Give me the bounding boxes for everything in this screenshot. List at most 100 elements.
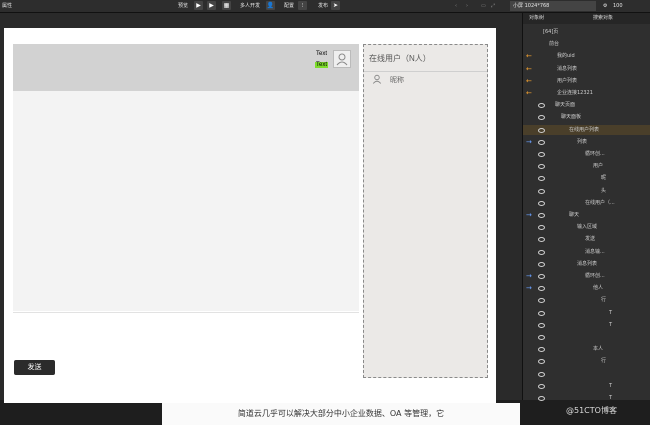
multi-dev-label[interactable]: 多人开发 bbox=[240, 1, 260, 11]
tree-row[interactable]: T bbox=[523, 381, 650, 391]
tree-row[interactable]: 消息输... bbox=[523, 247, 650, 257]
eye-icon[interactable] bbox=[538, 322, 545, 328]
link-arrow-icon: ← bbox=[526, 76, 532, 85]
settings-icon[interactable]: ⚙ bbox=[603, 1, 607, 11]
eye-icon[interactable] bbox=[538, 200, 545, 206]
eye-icon[interactable] bbox=[538, 164, 545, 170]
desktop-icon[interactable]: ▭ bbox=[481, 1, 486, 11]
eye-icon[interactable] bbox=[538, 310, 545, 316]
tree-row-label: 头 bbox=[601, 187, 607, 194]
eye-icon[interactable] bbox=[538, 139, 545, 145]
link-arrow-icon: ← bbox=[526, 52, 532, 61]
link-arrow-icon: → bbox=[526, 284, 532, 293]
eye-icon[interactable] bbox=[538, 261, 545, 267]
message-row[interactable]: Text Text bbox=[13, 44, 359, 91]
tree-row[interactable]: T bbox=[523, 393, 650, 403]
tree-row-label: 在线用户（... bbox=[585, 199, 615, 206]
message-text-highlight: Text bbox=[315, 62, 329, 68]
eye-icon[interactable] bbox=[538, 396, 545, 401]
tree-row[interactable]: → 列表 bbox=[523, 137, 650, 147]
tree-row[interactable]: 消息列表 bbox=[523, 259, 650, 269]
tree-row[interactable]: ← 消息列表 bbox=[523, 64, 650, 74]
grid-icon[interactable]: ▦ bbox=[222, 1, 231, 10]
eye-icon[interactable] bbox=[538, 103, 545, 109]
top-toolbar: 属性 预览 ▶ ▶ ▦ 多人开发 👤 配置 ⫶ 发布 ➤ ‹ › ▭ ⤢ 小屏 … bbox=[0, 0, 650, 13]
tree-row[interactable]: 本人 bbox=[523, 344, 650, 354]
back-icon[interactable]: ‹ bbox=[455, 1, 457, 11]
tree-row[interactable]: 聊天页面 bbox=[523, 100, 650, 110]
eye-icon[interactable] bbox=[538, 347, 545, 353]
tree-row[interactable]: 输入区域 bbox=[523, 222, 650, 232]
tree-row[interactable]: → 他人 bbox=[523, 283, 650, 293]
send-icon[interactable]: ➤ bbox=[331, 1, 340, 10]
tree-row[interactable]: 循环创... bbox=[523, 149, 650, 159]
eye-icon[interactable] bbox=[538, 383, 545, 389]
tree-row[interactable]: T bbox=[523, 320, 650, 330]
tree-row-label: 前台 bbox=[549, 41, 560, 48]
watermark: @51CTO博客 bbox=[566, 406, 617, 415]
tree-row[interactable]: → 循环创... bbox=[523, 271, 650, 281]
tree-row[interactable] bbox=[523, 369, 650, 379]
tree-row[interactable]: T bbox=[523, 308, 650, 318]
eye-icon[interactable] bbox=[538, 335, 545, 340]
link-arrow-icon: ← bbox=[526, 89, 532, 97]
eye-icon[interactable] bbox=[538, 127, 545, 133]
preview-label[interactable]: 预览 bbox=[178, 1, 188, 11]
tab-object-tree[interactable]: 对象树 bbox=[529, 13, 544, 24]
tree-row[interactable]: ← 用户列表 bbox=[523, 76, 650, 86]
tree-row[interactable]: 在线用户列表 bbox=[523, 124, 650, 135]
eye-icon[interactable] bbox=[538, 237, 545, 243]
tree-row[interactable]: 在线用户（... bbox=[523, 198, 650, 208]
tree-row[interactable]: 头 bbox=[523, 186, 650, 196]
eye-icon[interactable] bbox=[538, 249, 545, 255]
eye-icon[interactable] bbox=[538, 213, 545, 218]
tree-row[interactable]: 前台 bbox=[523, 39, 650, 49]
tree-row[interactable]: 发送 bbox=[523, 234, 650, 244]
tree-row[interactable]: ← 企业连接12321 bbox=[523, 88, 650, 98]
user-list-item[interactable]: 昵称 bbox=[368, 73, 483, 87]
tree-row-label: 昵 bbox=[601, 175, 607, 182]
users-icon[interactable]: 👤 bbox=[266, 1, 275, 10]
tree-row-label: 我的uid bbox=[557, 53, 575, 60]
forward-icon[interactable]: › bbox=[466, 1, 468, 11]
tree-row[interactable] bbox=[523, 332, 650, 342]
play-alt-icon[interactable]: ▶ bbox=[207, 1, 216, 10]
tree-row-label: 发送 bbox=[585, 236, 596, 243]
sliders-icon[interactable]: ⫶ bbox=[298, 1, 307, 10]
eye-icon[interactable] bbox=[538, 176, 545, 182]
link-arrow-icon: → bbox=[526, 272, 532, 280]
eye-icon[interactable] bbox=[538, 115, 545, 121]
tree-row-label: 聊天页面 bbox=[555, 102, 576, 109]
device-select[interactable]: 小屏 1024*768 bbox=[510, 1, 596, 11]
tree-row-label: T bbox=[609, 321, 613, 328]
tree-row[interactable]: 用户 bbox=[523, 161, 650, 171]
config-label[interactable]: 配置 bbox=[284, 1, 294, 11]
eye-icon[interactable] bbox=[538, 274, 545, 279]
tree-row-label: 用户 bbox=[593, 163, 604, 170]
zoom-value[interactable]: 100 bbox=[613, 1, 623, 11]
publish-label[interactable]: 发布 bbox=[318, 1, 328, 11]
online-users-title: 在线用户（N人） bbox=[369, 54, 431, 63]
tree-row-label: 用户列表 bbox=[557, 77, 578, 84]
tree-row-label: 循环创... bbox=[585, 273, 605, 279]
fit-icon[interactable]: ⤢ bbox=[491, 1, 495, 11]
tree-row[interactable]: 行 bbox=[523, 295, 650, 305]
tree-row[interactable]: 昵 bbox=[523, 173, 650, 183]
tree-row[interactable]: 聊天面板 bbox=[523, 112, 650, 122]
message-input-area[interactable] bbox=[13, 312, 359, 379]
tab-search-objects[interactable]: 搜索对象 bbox=[593, 13, 613, 24]
send-button[interactable]: 发送 bbox=[14, 360, 55, 375]
eye-icon[interactable] bbox=[538, 225, 545, 231]
tree-row[interactable]: [64]页 bbox=[523, 27, 650, 37]
tree-row[interactable]: ← 我的uid bbox=[523, 51, 650, 61]
eye-icon[interactable] bbox=[538, 286, 545, 292]
eye-icon[interactable] bbox=[538, 188, 545, 194]
eye-icon[interactable] bbox=[538, 152, 545, 157]
panel-label: 属性 bbox=[2, 3, 13, 9]
tree-row[interactable]: 行 bbox=[523, 356, 650, 366]
tree-row[interactable]: → 聊天 bbox=[523, 210, 650, 220]
play-icon[interactable]: ▶ bbox=[194, 1, 203, 10]
eye-icon[interactable] bbox=[538, 371, 545, 377]
eye-icon[interactable] bbox=[538, 298, 545, 304]
eye-icon[interactable] bbox=[538, 359, 545, 365]
